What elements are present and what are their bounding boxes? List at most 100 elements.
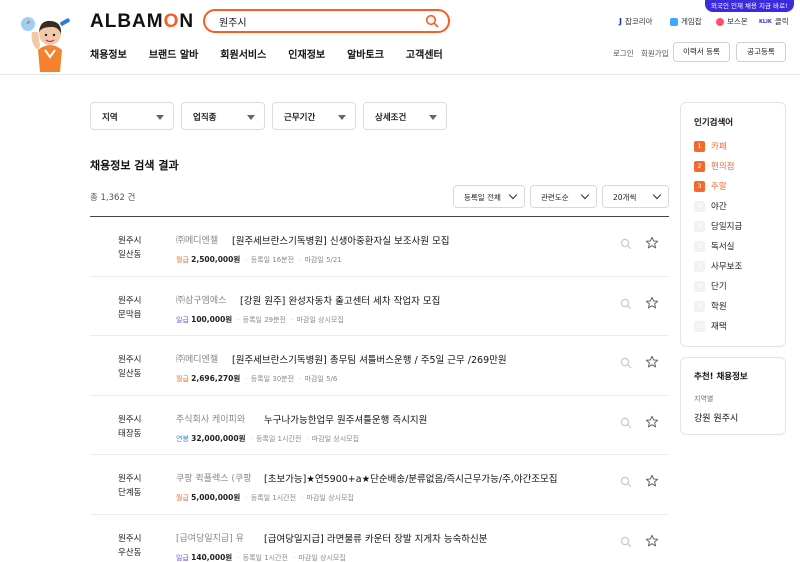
preview-icon[interactable] [620,357,632,369]
job-title[interactable]: 누구나가능한업무 원주셔틀운행 즉시지원 [264,412,427,426]
posted-time: 등록일 1시간전 [242,553,288,562]
wage-amount: 140,000원 [191,552,233,562]
job-row[interactable]: 원주시 문막읍 ㈜삼구엠에스 [강원 원주] 완성자동차 출고센터 세차 작업자 … [90,277,669,336]
keyword-text: 단기 [711,282,727,292]
popular-keywords-title: 인기검색어 [694,118,734,128]
sort-date-select[interactable]: 등록일 전체 [453,185,525,208]
wage-type: 월급 [176,256,189,264]
main-nav: 채용정보 브랜드 알바 회원서비스 인재정보 알바토크 고객센터 [90,46,465,61]
nav-item-albatalk[interactable]: 알바토크 [347,46,384,61]
preview-icon[interactable] [620,536,632,548]
preview-icon[interactable] [620,476,632,488]
popular-keyword-2[interactable]: 2 편의점 [694,160,734,172]
preview-icon[interactable] [620,417,632,429]
family-site-label: 클릭 [774,17,789,26]
rank-badge: 2 [694,160,705,172]
star-icon[interactable] [645,534,659,548]
popular-keyword-6[interactable]: 6 독서실 [694,240,734,252]
job-title[interactable]: [원주세브란스기독병원] 총무팀 셔틀버스운행 / 주5일 근무 /269만원 [232,352,507,366]
deadline: 마감일 상시모집 [298,553,346,562]
recommend-title: 추천! 채용정보 [694,372,748,382]
chevron-down-icon [580,190,590,200]
company-name[interactable]: ㈜메디엔젤 [176,352,218,365]
company-name[interactable]: ㈜삼구엠에스 [176,293,226,306]
job-row[interactable]: 원주시 일산동 ㈜메디엔젤 [원주세브란스기독병원] 신생아중환자실 보조사원 모… [90,217,669,277]
star-icon[interactable] [645,415,659,429]
family-site-klik[interactable]: KLIK 클릭 [759,16,789,27]
filter-label: 업직종 [193,113,217,123]
posted-time: 등록일 1시간전 [255,434,302,443]
family-site-gamejob[interactable]: 게임잡 [670,16,702,27]
preview-icon[interactable] [620,238,632,250]
family-site-jobkorea[interactable]: J 잡코리아 [619,16,653,27]
caret-down-icon [338,115,346,120]
nav-item-member-service[interactable]: 회원서비스 [220,46,266,61]
nav-item-brand[interactable]: 브랜드 알바 [149,46,198,61]
job-row[interactable]: 원주시 태장동 주식회사 케이피와 누구나가능한업무 원주셔틀운행 즉시지원 연봉… [90,396,669,455]
nav-item-customer-center[interactable]: 고객센터 [406,46,443,61]
company-name[interactable]: 주식회사 케이피와 [176,412,245,425]
job-row[interactable]: 원주시 우산동 [급여당일지급] 유 [급여당일지급] 라면물류 카운터 장발 지… [90,515,669,562]
nav-item-jobs[interactable]: 채용정보 [90,46,127,61]
bossmon-icon [716,17,724,26]
posted-time: 등록일 1시간전 [250,494,297,502]
gamejob-icon [670,17,678,26]
preview-icon[interactable] [620,298,632,310]
popular-keyword-8[interactable]: 8 단기 [694,280,727,292]
star-icon[interactable] [645,355,659,369]
filter-detail[interactable]: 상세조건 [363,102,447,130]
search-input[interactable] [219,13,419,30]
company-name[interactable]: ㈜메디엔젤 [176,233,218,246]
per-page-select[interactable]: 20개씩 [602,185,669,208]
popular-keyword-4[interactable]: 4 야간 [694,200,727,212]
popular-keyword-10[interactable]: 10 재택 [694,320,727,332]
login-link[interactable]: 로그인 [613,48,634,59]
job-row[interactable]: 원주시 단계동 쿠팡 퀵플렉스 (쿠팡 [초보가능]★연5900+a★단순배송/분… [90,455,669,515]
job-title[interactable]: [강원 원주] 완성자동차 출고센터 세차 작업자 모집 [240,293,440,307]
post-job-button[interactable]: 공고등록 [736,42,786,62]
mascot-illustration [21,17,70,72]
popular-keyword-1[interactable]: 1 카페 [694,140,727,152]
job-title[interactable]: [급여당일지급] 라면물류 카운터 장발 지게차 능숙하신분 [264,531,488,545]
rank-badge: 4 [694,200,705,212]
join-link[interactable]: 회원가입 [641,48,669,59]
wage-type: 일급 [176,553,189,562]
popular-keyword-3[interactable]: 3 주말 [694,180,727,192]
job-row[interactable]: 원주시 일산동 ㈜메디엔젤 [원주세브란스기독병원] 총무팀 셔틀버스운행 / 주… [90,336,669,396]
job-location: 원주시 태장동 [118,414,142,439]
job-title[interactable]: [초보가능]★연5900+a★단순배송/분류없음/즉시근무가능/주,야간조모집 [264,471,558,485]
deadline: 마감일 5/21 [304,256,342,264]
popular-keyword-7[interactable]: 7 사무보조 [694,260,742,272]
caret-down-icon [429,115,437,120]
star-icon[interactable] [645,474,659,488]
company-name[interactable]: [급여당일지급] 유 [176,531,244,544]
family-site-bossmon[interactable]: 보스몬 [716,16,748,27]
logo-text: ALBAM [90,11,164,32]
job-meta: 일급 140,000원 · 등록일 1시간전 · 마감일 상시모집 [176,552,346,562]
nav-item-talent[interactable]: 인재정보 [288,46,325,61]
job-title[interactable]: [원주세브란스기독병원] 신생아중환자실 보조사원 모집 [232,233,450,247]
keyword-text: 카페 [711,142,727,152]
site-header: ALBAMON 외국인 인재 채용 지금 바로! J 잡코리아 게임잡 보스몬 … [0,0,800,75]
select-label: 등록일 전체 [464,193,501,202]
wage-amount: 2,696,270원 [191,374,241,383]
sort-order-select[interactable]: 관련도순 [530,185,597,208]
popular-keyword-5[interactable]: 5 당일지급 [694,220,742,232]
keyword-text: 학원 [711,302,727,312]
caret-down-icon [156,115,164,120]
filter-work-period[interactable]: 근무기간 [272,102,356,130]
recommend-region-link[interactable]: 강원 원주시 [694,411,738,424]
filter-region[interactable]: 지역 [90,102,174,130]
popular-keyword-9[interactable]: 9 학원 [694,300,727,312]
star-icon[interactable] [645,236,659,250]
company-name[interactable]: 쿠팡 퀵플렉스 (쿠팡 [176,471,251,484]
job-list: 원주시 일산동 ㈜메디엔젤 [원주세브란스기독병원] 신생아중환자실 보조사원 모… [90,217,669,562]
job-meta: 월급 2,696,270원 · 등록일 30분전 · 마감일 5/6 [176,374,338,383]
search-icon[interactable] [425,14,439,28]
filter-job-type[interactable]: 업직종 [181,102,265,130]
star-icon[interactable] [645,296,659,310]
deadline: 마감일 상시모집 [306,494,354,502]
promo-badge[interactable]: 외국인 인재 채용 지금 바로! [705,0,794,12]
resume-register-button[interactable]: 이력서 등록 [673,42,730,62]
albamon-logo[interactable]: ALBAMON [90,11,194,33]
